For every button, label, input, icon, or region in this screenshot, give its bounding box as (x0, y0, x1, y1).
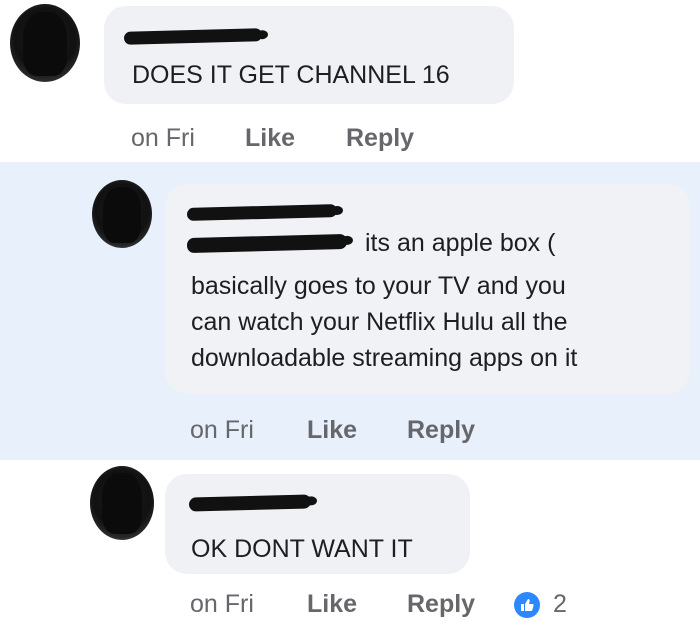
comment-bubble: OK DONT WANT IT (165, 474, 470, 574)
redacted-author-name[interactable] (186, 204, 338, 221)
avatar[interactable] (90, 466, 154, 540)
comment-text-line: downloadable streaming apps on it (191, 344, 578, 372)
comment-text-line: can watch your Netflix Hulu all the (191, 308, 568, 336)
comment-time[interactable]: on Fri (190, 590, 254, 619)
avatar[interactable] (92, 180, 152, 248)
avatar[interactable] (10, 4, 80, 82)
like-button[interactable]: Like (307, 416, 357, 445)
comment-text-line: its an apple box ( (365, 229, 556, 257)
thumbs-up-icon[interactable] (514, 592, 540, 618)
comment-bubble: its an apple box ( basically goes to you… (165, 184, 690, 394)
redacted-author-name[interactable] (188, 494, 312, 512)
comment-time[interactable]: on Fri (131, 124, 195, 153)
comment-bubble: DOES IT GET CHANNEL 16 (104, 6, 514, 104)
reply-button[interactable]: Reply (407, 416, 475, 445)
reply-button[interactable]: Reply (407, 590, 475, 619)
like-button[interactable]: Like (307, 590, 357, 619)
comment-2: its an apple box ( basically goes to you… (0, 162, 700, 460)
comment-1: DOES IT GET CHANNEL 16 on Fri Like Reply (0, 0, 700, 162)
comment-text-line: basically goes to your TV and you (191, 272, 566, 300)
redacted-author-name[interactable] (123, 28, 263, 45)
comment-3: OK DONT WANT IT on Fri Like Reply 2 (0, 460, 700, 626)
comment-text: OK DONT WANT IT (191, 535, 413, 563)
reply-button[interactable]: Reply (346, 124, 414, 153)
comment-time[interactable]: on Fri (190, 416, 254, 445)
reaction-count: 2 (553, 590, 567, 618)
like-button[interactable]: Like (245, 124, 295, 153)
redacted-mention[interactable] (186, 233, 348, 254)
comment-text: DOES IT GET CHANNEL 16 (132, 61, 450, 89)
